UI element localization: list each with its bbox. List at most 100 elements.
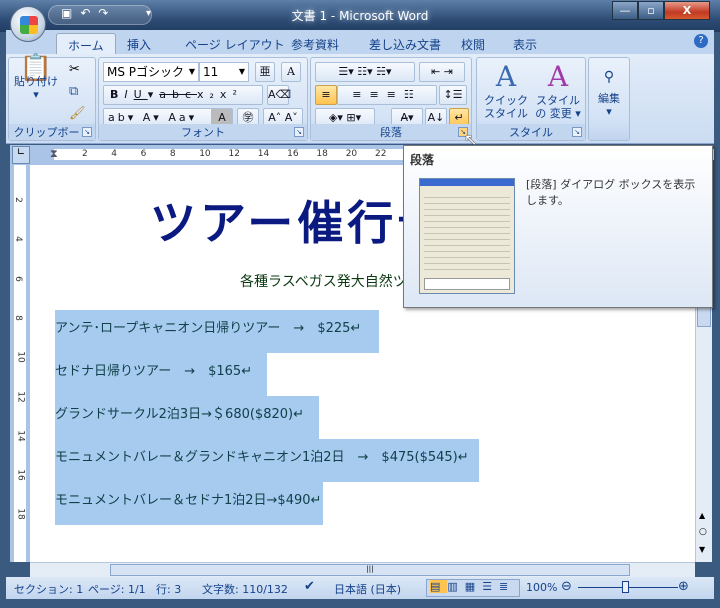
close-button[interactable]: X [664, 1, 710, 20]
tab-insert[interactable]: 挿入 [116, 33, 162, 54]
document-line: アンテ･ロープキャニオン日帰りツアー → $225↵ [55, 321, 362, 336]
status-line[interactable]: 行: 3 [156, 581, 181, 597]
document-line: モニュメントバレー＆セドナ1泊2日→$490↵ [55, 493, 322, 508]
format-painter-icon[interactable]: 🖌 [69, 106, 86, 121]
tab-view[interactable]: 表示 [502, 33, 548, 54]
title-bar: 文書 1 - Microsoft Word ▣↶↷ ▾ — ▫ X [0, 0, 720, 32]
font-size-combo[interactable]: 11 ▼ [199, 62, 249, 82]
ruler-tick-label: 22 [375, 149, 387, 159]
underline-button: U [133, 88, 148, 101]
font-name-combo[interactable]: MS Pゴシック ▼ [103, 62, 199, 82]
tab-references[interactable]: 参考資料 [280, 33, 350, 54]
ruler-tick-label: 16 [15, 469, 26, 481]
line-spacing-button[interactable]: ↕☰ [439, 85, 467, 105]
vertical-ruler: 2 4 6 8 10 12 14 16 18 [10, 165, 30, 562]
group-editing: ⚲ 編集 ▾ [588, 57, 630, 141]
group-label: 段落 [311, 124, 471, 140]
align-left-button[interactable]: ≡ [315, 85, 337, 105]
zoom-slider-thumb[interactable] [622, 581, 629, 593]
tab-page-layout[interactable]: ページ レイアウト [174, 33, 296, 54]
redo-icon[interactable]: ↷ [98, 6, 116, 20]
styles-launcher-icon[interactable]: ↘ [572, 127, 582, 137]
phonetic-guide-button[interactable]: 亜 [255, 62, 275, 82]
document-line: モニュメントバレー＆グランドキャニオン1泊2日 → $475($545)↵ [55, 450, 469, 465]
prev-page-icon[interactable]: ▲ [699, 511, 705, 520]
paste-icon: 📋 [19, 53, 53, 83]
group-font: MS Pゴシック ▼ 11 ▼ 亜 A BIU▾abcx₂x² A⌫ ab▾ A▾ … [98, 57, 308, 141]
quick-access-toolbar[interactable]: ▣↶↷ [48, 5, 152, 25]
group-styles: Aクイック スタイル ▾ Aスタイルの 変更 ▾ スタイル ↘ [476, 57, 586, 141]
save-icon[interactable]: ▣ [61, 6, 80, 20]
browse-object-icon[interactable]: ○ [699, 527, 707, 537]
maximize-button[interactable]: ▫ [638, 1, 664, 20]
tab-selector-icon[interactable]: ∟ [12, 146, 30, 164]
ruler-tick-label: 14 [257, 149, 270, 159]
document-line: グランドサークル2泊3日→＄680($820)↵ [55, 407, 304, 422]
undo-icon[interactable]: ↶ [80, 6, 98, 20]
ruler-tick-label: 18 [316, 149, 328, 159]
ruler-tick-label: 10 [15, 351, 26, 363]
tab-review[interactable]: 校閲 [450, 33, 496, 54]
ruler-tick-label: 18 [15, 508, 26, 521]
tab-home[interactable]: ホーム [56, 33, 116, 54]
clear-formatting-button[interactable]: A⌫ [267, 85, 291, 105]
tooltip: 段落 [段落] ダイアログ ボックスを表示します。 [403, 145, 713, 308]
group-label: スタイル [477, 124, 585, 140]
status-page[interactable]: ページ: 1/1 [88, 581, 146, 597]
help-icon[interactable]: ? [694, 34, 708, 48]
ribbon-tabs: ホーム 挿入 ページ レイアウト 参考資料 差し込み文書 校閲 表示 ? [6, 30, 714, 54]
ruler-tick-label: 10 [199, 149, 211, 159]
ribbon: 📋 貼り付け ▾ ✂ ⧉ 🖌 クリップボード ↘ MS Pゴシック ▼ 11 ▼ 亜 A… [6, 54, 714, 144]
paragraph-dialog-preview-image [419, 178, 515, 294]
ruler-tick-label: 2 [12, 197, 23, 203]
group-clipboard: 📋 貼り付け ▾ ✂ ⧉ 🖌 クリップボード ↘ [8, 53, 96, 141]
ruler-tick-label: 6 [140, 149, 147, 159]
zoom-out-icon[interactable]: ⊖ [561, 579, 572, 594]
zoom-in-icon[interactable]: ⊕ [678, 579, 689, 594]
office-button[interactable] [10, 6, 46, 42]
ruler-tick-label: 4 [12, 236, 23, 243]
document-subtitle: 各種ラスベガス発大自然ツ [240, 274, 407, 290]
document-line: セドナ日帰りツアー → $165↵ [55, 364, 253, 379]
status-language[interactable]: 日本語 (日本) [334, 581, 401, 597]
list-buttons[interactable]: ☰▾ ☷▾ ☵▾ [315, 62, 415, 82]
status-section[interactable]: セクション: 1 [14, 581, 83, 597]
status-word-count[interactable]: 文字数: 110/132 [202, 581, 288, 597]
italic-button: I [124, 88, 134, 101]
ruler-tick-label: 14 [15, 430, 26, 442]
enclose-characters-button[interactable]: A [281, 62, 301, 82]
font-launcher-icon[interactable]: ↘ [294, 127, 304, 137]
group-paragraph: ☰▾ ☷▾ ☵▾ ⇤ ⇥ ≡ ≡≡≡☷ ↕☰ ◈▾ ⊞▾ A̶▾ A↓ ↵ 段落… [310, 57, 472, 141]
view-buttons[interactable]: ▤▥▦☰≣ [426, 579, 520, 597]
indent-buttons[interactable]: ⇤ ⇥ [419, 62, 465, 82]
change-styles-icon: A [547, 60, 569, 93]
ruler-tick-label: 8 [169, 149, 176, 159]
font-format-buttons[interactable]: BIU▾abcx₂x² [103, 85, 263, 105]
tab-mailings[interactable]: 差し込み文書 [358, 33, 452, 54]
ruler-tick-label: 2 [82, 149, 88, 159]
paste-button[interactable]: 📋 貼り付け ▾ [13, 53, 59, 101]
clipboard-launcher-icon[interactable]: ↘ [82, 127, 92, 137]
paste-label: 貼り付け [14, 75, 58, 88]
cut-icon[interactable]: ✂ [69, 62, 80, 77]
quick-styles-icon: A [495, 60, 517, 93]
zoom-level[interactable]: 100% [526, 581, 557, 594]
office-logo-icon [20, 16, 38, 34]
indent-marker-icon[interactable]: ⧗ [50, 147, 58, 161]
change-styles-button[interactable]: A スタイルの 変更 ▾ [533, 60, 583, 120]
editing-button[interactable]: ⚲ 編集 ▾ [593, 62, 625, 118]
customize-qat-icon[interactable]: ▾ [146, 8, 151, 19]
ruler-tick-label: 4 [111, 149, 118, 159]
group-label: フォント [99, 124, 307, 140]
ruler-tick-label: 12 [228, 149, 240, 159]
quick-styles-button[interactable]: Aクイック スタイル ▾ [481, 60, 531, 133]
minimize-button[interactable]: — [612, 1, 638, 20]
next-page-icon[interactable]: ▼ [699, 545, 705, 554]
proofing-icon[interactable]: ✔ [304, 579, 315, 594]
copy-icon[interactable]: ⧉ [69, 84, 78, 99]
scroll-thumb[interactable]: ||| [110, 564, 630, 576]
ruler-tick-label: 8 [12, 315, 23, 321]
scroll-thumb[interactable] [697, 305, 711, 327]
horizontal-scrollbar[interactable]: ||| [30, 562, 695, 577]
align-buttons[interactable]: ≡≡≡☷ [337, 85, 437, 105]
